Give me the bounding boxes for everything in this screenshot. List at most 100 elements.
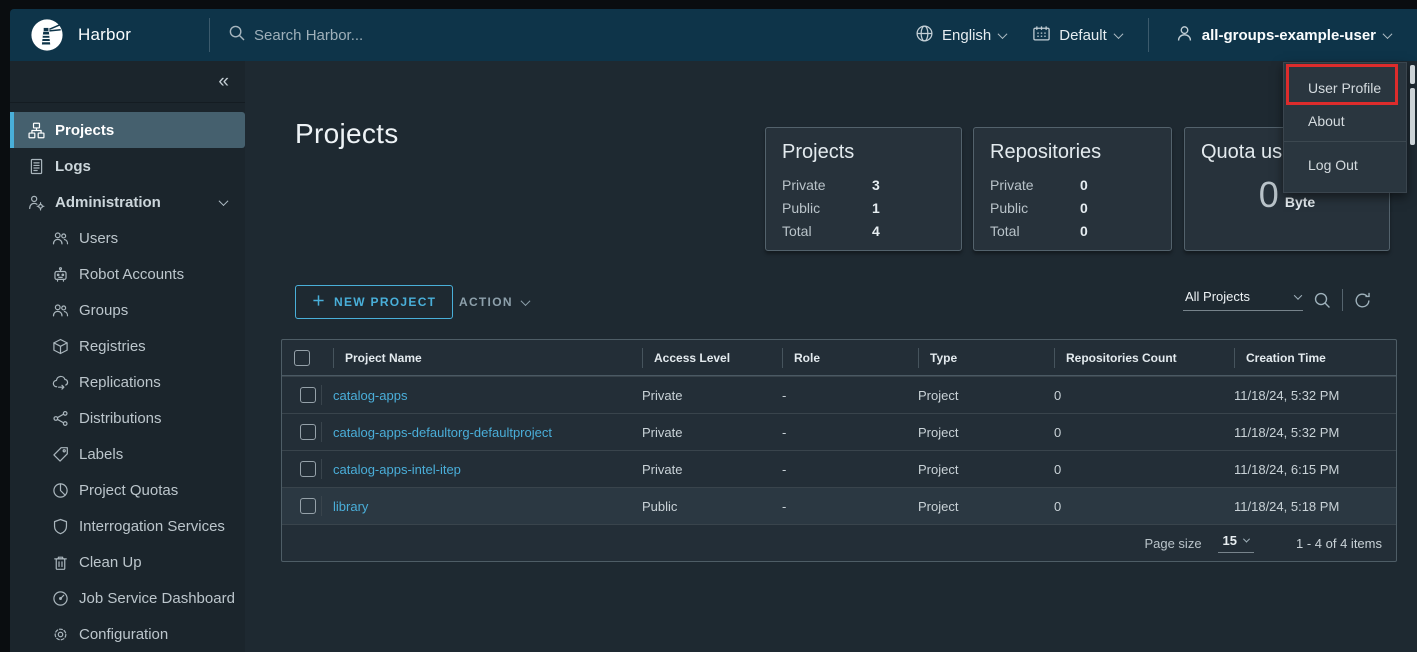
quota-number: 0 [1259, 174, 1280, 215]
main-content: Projects Projects Private 3 Public 1 Tot… [245, 61, 1417, 652]
action-dropdown[interactable]: ACTION [459, 285, 529, 319]
column-header-project-name[interactable]: Project Name [322, 340, 631, 375]
row-checkbox[interactable] [300, 461, 316, 477]
groups-icon [52, 302, 69, 319]
collapse-sidebar-button[interactable]: « [218, 72, 229, 91]
row-checkbox[interactable] [300, 498, 316, 514]
harbor-app: Harbor Search Harbor... English [10, 9, 1417, 652]
project-link[interactable]: catalog-apps [333, 388, 407, 403]
action-label: ACTION [459, 295, 513, 309]
sidebar-item-configuration[interactable]: Configuration [10, 616, 245, 652]
menu-item-log-out[interactable]: Log Out [1284, 144, 1406, 186]
tag-icon [52, 446, 69, 463]
cell-type: Project [907, 451, 1043, 487]
page-size-label: Page size [1144, 536, 1201, 551]
repositories-summary-card: Repositories Private 0 Public 0 Total 0 [973, 127, 1172, 251]
chevron-down-icon[interactable] [219, 196, 229, 206]
scrollbar-thumb[interactable] [1410, 88, 1415, 145]
menu-divider [1284, 141, 1406, 142]
user-name: all-groups-example-user [1202, 27, 1376, 44]
sidebar-item-users[interactable]: Users [10, 220, 245, 256]
stat-row: Public 0 [990, 197, 1155, 220]
trash-icon [52, 554, 69, 571]
cell-type: Project [907, 488, 1043, 524]
sidebar-item-project-quotas[interactable]: Project Quotas [10, 472, 245, 508]
global-search[interactable]: Search Harbor... [228, 24, 363, 47]
sidebar-item-groups[interactable]: Groups [10, 292, 245, 328]
column-header-creation-time[interactable]: Creation Time [1223, 340, 1396, 375]
scrollbar-thumb[interactable] [1410, 65, 1415, 84]
items-range-text: 1 - 4 of 4 items [1296, 536, 1382, 551]
header-actions: English Default [915, 18, 1417, 52]
project-link[interactable]: catalog-apps-intel-itep [333, 462, 461, 477]
column-header-access-level[interactable]: Access Level [631, 340, 771, 375]
users-icon [52, 230, 69, 247]
table-header-row: Project Name Access Level Role Type Repo… [282, 340, 1396, 376]
sidebar-item-label: Logs [55, 158, 91, 175]
org-chart-icon [28, 122, 45, 139]
row-checkbox[interactable] [300, 387, 316, 403]
stat-label: Private [990, 174, 1080, 197]
globe-icon [915, 24, 934, 47]
sidebar-item-labels[interactable]: Labels [10, 436, 245, 472]
menu-item-about[interactable]: About [1284, 104, 1406, 137]
shield-icon [52, 518, 69, 535]
sidebar-item-label: Administration [55, 194, 161, 211]
column-header-repositories-count[interactable]: Repositories Count [1043, 340, 1223, 375]
table-row: catalog-apps Private - Project 0 11/18/2… [282, 376, 1396, 413]
stat-value: 0 [1080, 174, 1088, 197]
page-size-select[interactable]: 15 [1218, 533, 1254, 553]
stat-row: Total 0 [990, 220, 1155, 243]
sidebar-item-label: Registries [79, 338, 146, 355]
new-project-button[interactable]: NEW PROJECT [295, 285, 453, 319]
sidebar-item-projects[interactable]: Projects [10, 112, 245, 148]
plus-icon [312, 294, 325, 310]
search-placeholder: Search Harbor... [254, 27, 363, 44]
column-header-type[interactable]: Type [907, 340, 1043, 375]
sidebar-item-label: Interrogation Services [79, 518, 225, 535]
projects-table: Project Name Access Level Role Type Repo… [281, 339, 1397, 562]
cloud-icon [52, 374, 69, 391]
cell-creation-time: 11/18/24, 5:32 PM [1223, 414, 1396, 450]
sidebar-item-label: Job Service Dashboard [79, 590, 235, 607]
search-icon [228, 24, 246, 47]
project-link[interactable]: catalog-apps-defaultorg-defaultproject [333, 425, 552, 440]
sidebar-nav: Projects Logs [10, 112, 245, 652]
user-icon [1175, 24, 1194, 47]
menu-item-user-profile[interactable]: User Profile [1284, 71, 1406, 104]
sidebar-item-robot-accounts[interactable]: Robot Accounts [10, 256, 245, 292]
stat-row: Private 3 [782, 174, 945, 197]
cell-repositories-count: 0 [1043, 451, 1223, 487]
column-header-role[interactable]: Role [771, 340, 907, 375]
project-scope-select[interactable]: All Projects [1183, 289, 1303, 311]
cell-type: Project [907, 414, 1043, 450]
sidebar-item-registries[interactable]: Registries [10, 328, 245, 364]
language-menu[interactable]: English [915, 24, 1006, 47]
refresh-button[interactable] [1353, 291, 1372, 310]
projects-summary-card: Projects Private 3 Public 1 Total 4 [765, 127, 962, 251]
sidebar-item-administration[interactable]: Administration [10, 184, 245, 220]
sidebar-item-label: Project Quotas [79, 482, 178, 499]
brand[interactable]: Harbor [10, 18, 209, 52]
table-footer: Page size 15 1 - 4 of 4 items [282, 524, 1396, 561]
sidebar-item-logs[interactable]: Logs [10, 148, 245, 184]
row-checkbox[interactable] [300, 424, 316, 440]
stat-label: Total [782, 220, 872, 243]
user-menu[interactable]: all-groups-example-user [1175, 24, 1391, 47]
language-label: English [942, 27, 991, 44]
admin-user-gear-icon [28, 194, 45, 211]
theme-menu[interactable]: Default [1032, 24, 1122, 47]
filter-search-button[interactable] [1313, 291, 1332, 310]
select-all-checkbox[interactable] [294, 350, 310, 366]
sidebar-item-job-service-dashboard[interactable]: Job Service Dashboard [10, 580, 245, 616]
cell-access-level: Private [631, 451, 771, 487]
sidebar-item-replications[interactable]: Replications [10, 364, 245, 400]
stat-row: Total 4 [782, 220, 945, 243]
sidebar-item-distributions[interactable]: Distributions [10, 400, 245, 436]
sidebar-item-interrogation-services[interactable]: Interrogation Services [10, 508, 245, 544]
table-row: catalog-apps-intel-itep Private - Projec… [282, 450, 1396, 487]
share-icon [52, 410, 69, 427]
sidebar-item-clean-up[interactable]: Clean Up [10, 544, 245, 580]
project-link[interactable]: library [333, 499, 368, 514]
sidebar: « Projects [10, 61, 245, 652]
